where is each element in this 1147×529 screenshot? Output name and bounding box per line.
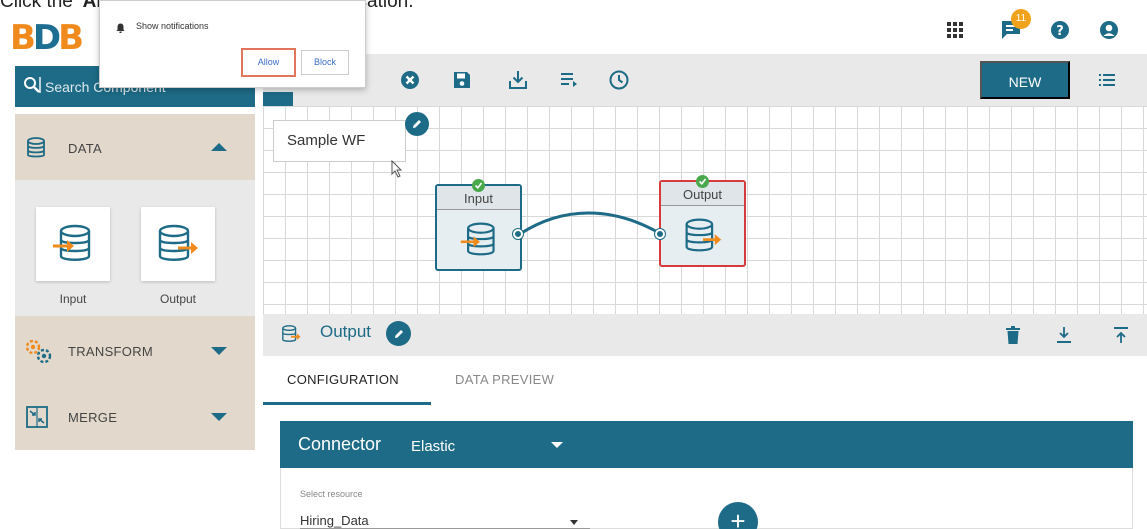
component-tile-output[interactable] [141,207,215,281]
properties-panel-header: Output [263,314,1147,356]
component-label-output: Output [159,292,197,306]
sidebar-toggle-button[interactable] [263,92,293,106]
chevron-down-icon[interactable] [551,442,563,448]
add-resource-button[interactable]: + [718,502,758,529]
new-button[interactable]: NEW [980,61,1070,99]
workflow-node-output[interactable]: Output [659,175,746,267]
sidebar-section-label: DATA [68,141,102,156]
bdb-logo[interactable]: BDB [10,18,84,58]
database-output-icon [158,224,198,261]
download-icon[interactable] [505,67,531,93]
database-input-icon [460,222,495,255]
close-icon[interactable] [397,67,423,93]
database-icon [26,137,46,164]
expand-caret-icon[interactable] [211,347,227,355]
user-profile-icon[interactable] [1093,14,1125,46]
component-label-input: Input [59,292,87,306]
chevron-down-icon[interactable] [570,520,578,525]
tab-configuration[interactable]: CONFIGURATION [287,372,399,387]
database-input-icon [53,224,91,261]
active-tab-indicator [263,402,431,405]
success-check-icon [696,175,709,188]
notification-count-badge: 11 [1011,9,1031,29]
connector-header: Connector Elastic [280,421,1133,468]
minimize-panel-icon[interactable] [1052,323,1076,347]
block-button[interactable]: Block [301,50,349,75]
notification-message: Show notifications [136,21,209,31]
database-output-icon [685,218,721,251]
help-icon[interactable]: ? [1044,14,1076,46]
tab-data-preview[interactable]: DATA PREVIEW [455,372,554,387]
workflow-toolbar: NEW [263,54,1147,106]
allow-button[interactable]: Allow [241,48,296,77]
gears-icon [23,337,53,370]
input-port[interactable] [655,229,665,239]
search-icon [23,76,41,97]
sidebar-section-label: MERGE [68,410,118,425]
workflow-canvas[interactable]: Sample WF Input Output [263,106,1147,314]
history-clock-icon[interactable] [606,67,632,93]
messages-icon[interactable]: 11 [995,9,1031,46]
workflow-node-input[interactable]: Input [435,179,522,271]
collapse-caret-icon[interactable] [211,143,227,151]
sidebar-section-transform[interactable]: TRANSFORM [15,316,255,382]
save-icon[interactable] [449,67,475,93]
resource-field-label: Select resource [300,489,363,499]
edit-component-name-icon[interactable] [386,321,411,346]
maximize-panel-icon[interactable] [1109,323,1133,347]
component-sidebar: DATA Input Output TRANSFORM MERGE [15,114,255,450]
component-tile-input[interactable] [36,207,110,281]
sidebar-section-merge[interactable]: MERGE [15,382,255,450]
output-port[interactable] [513,229,523,239]
panel-tabs: CONFIGURATION DATA PREVIEW [263,356,1147,406]
panel-title: Output [320,322,372,341]
list-view-icon[interactable] [1093,67,1121,93]
bell-icon [116,20,125,38]
expand-caret-icon[interactable] [211,413,227,421]
success-check-icon [472,179,485,192]
merge-icon [26,406,48,433]
format-list-icon[interactable] [556,67,582,93]
sidebar-section-label: TRANSFORM [68,344,154,359]
browser-notification-permission-popup: Show notifications Allow Block [99,0,366,88]
configuration-form: Select resource Hiring_Data + [280,468,1133,529]
database-output-icon [281,324,301,349]
delete-icon[interactable] [1001,323,1025,347]
svg-text:?: ? [1056,24,1064,39]
connector-label: Connector [298,434,382,454]
apps-grid-icon[interactable] [939,14,971,46]
connector-select[interactable]: Elastic [411,438,455,455]
resource-select[interactable]: Hiring_Data [300,513,369,528]
sidebar-section-data[interactable]: DATA [15,114,255,180]
